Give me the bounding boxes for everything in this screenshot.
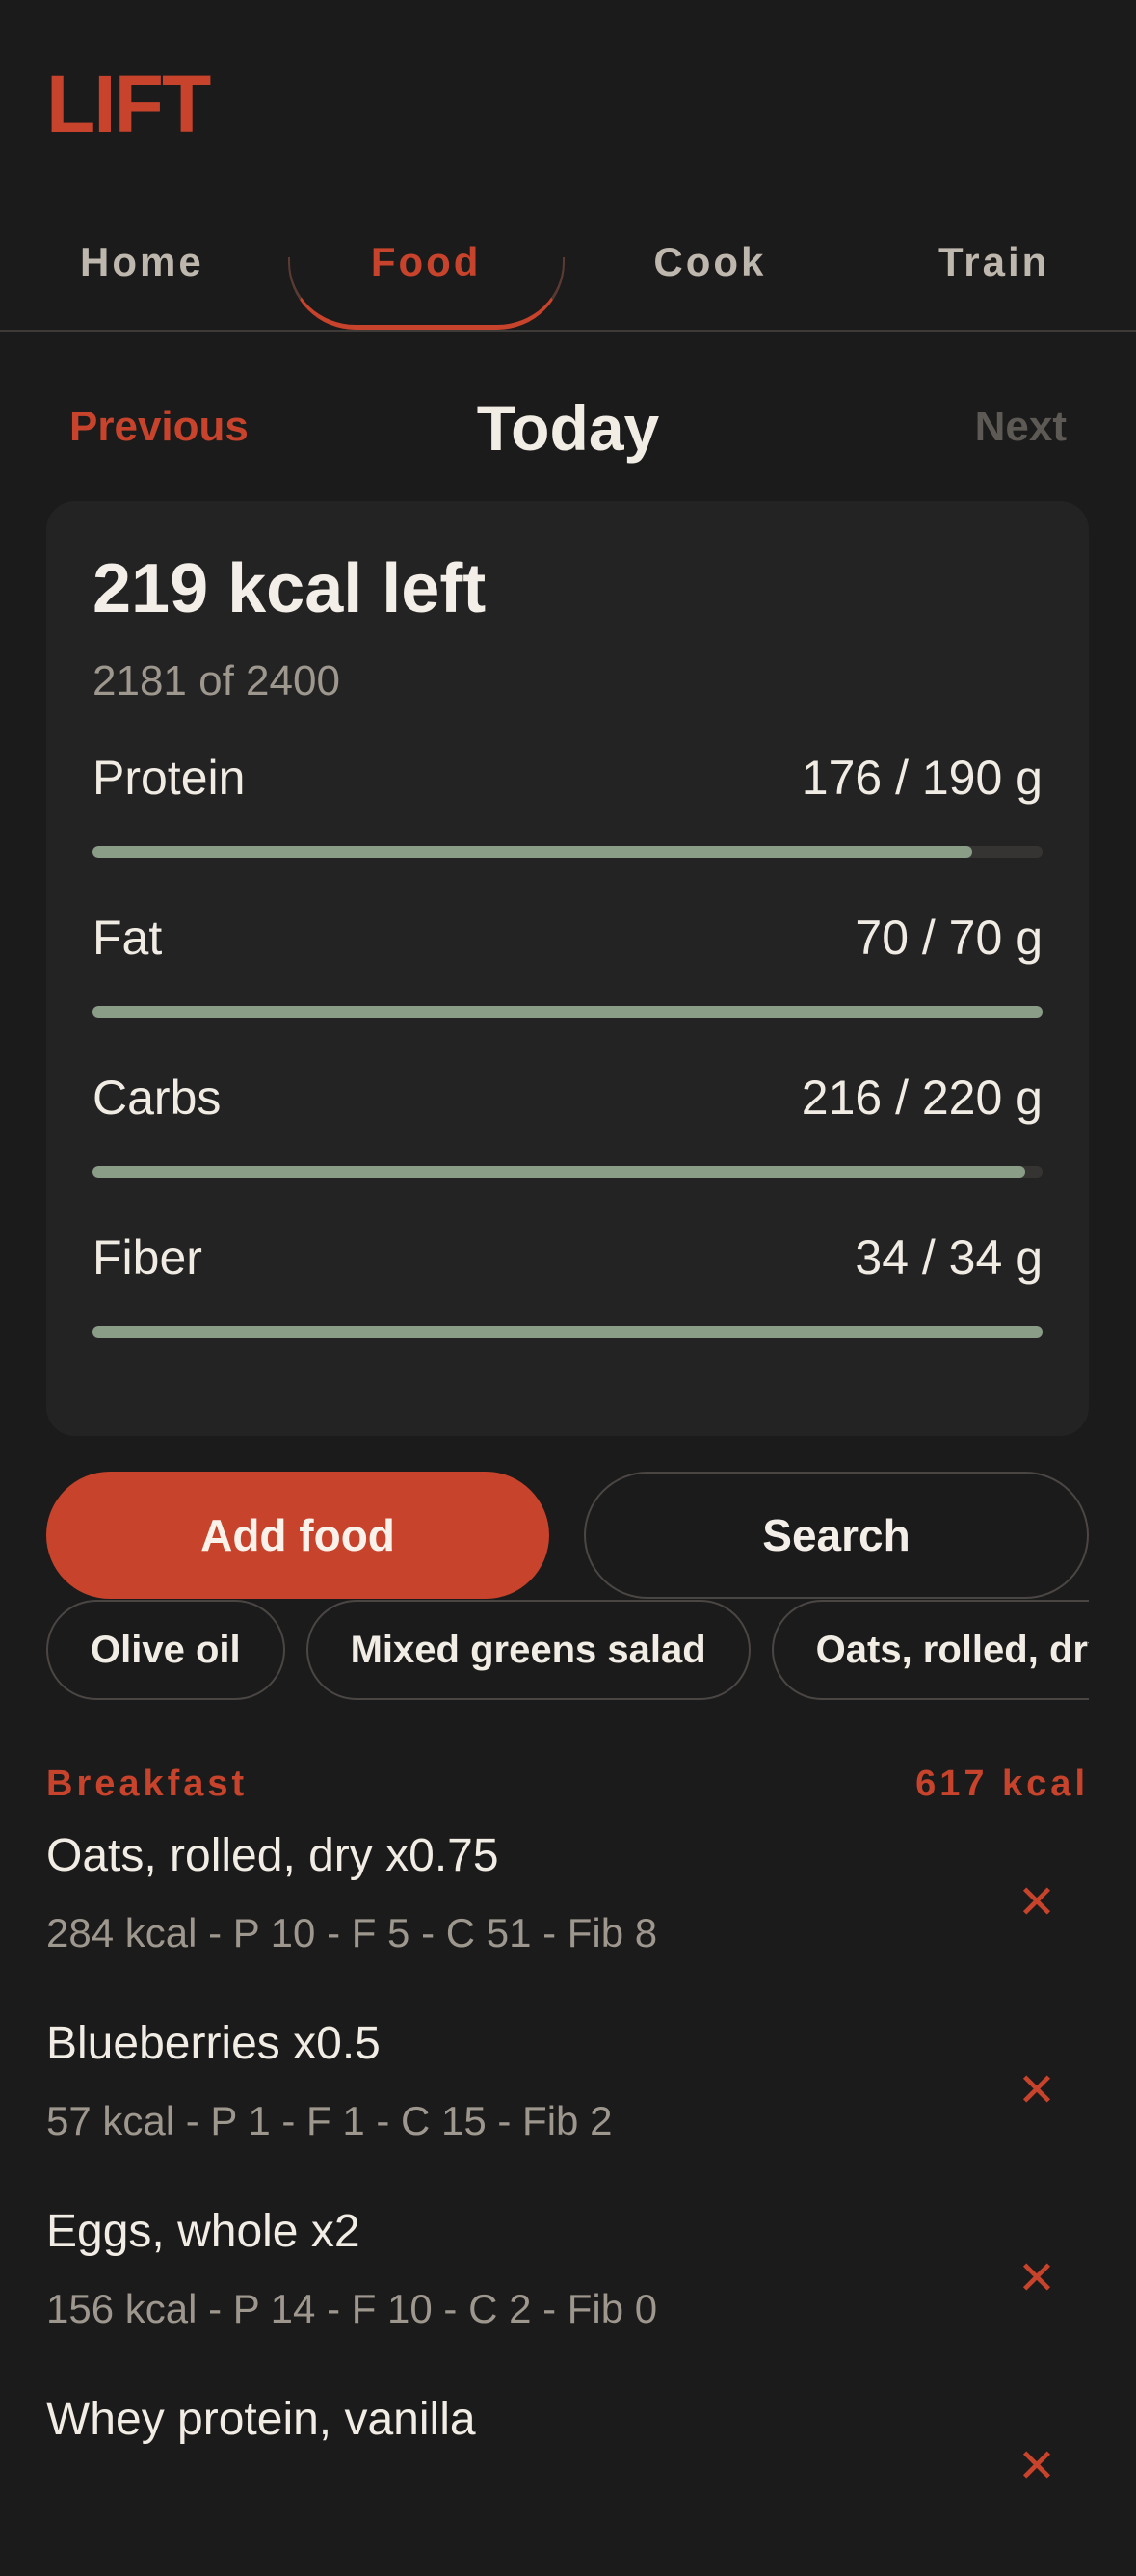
macro-name: Carbs: [92, 1071, 222, 1125]
add-food-button[interactable]: Add food: [46, 1472, 549, 1599]
macro-progress-bar: [92, 846, 1043, 858]
meal-total-kcal: 617 kcal: [915, 1764, 1089, 1804]
macro-fat: Fat 70 / 70 g: [92, 910, 1043, 1045]
food-entry[interactable]: Oats, rolled, dry x0.75 284 kcal - P 10 …: [46, 1829, 1089, 2012]
macro-value: 176 / 190 g: [801, 751, 1043, 805]
macro-name: Protein: [92, 751, 246, 805]
food-entry-name: Blueberries x0.5: [46, 2018, 381, 2069]
kcal-progress: 2181 of 2400: [92, 657, 340, 704]
food-entry-name: Eggs, whole x2: [46, 2206, 360, 2257]
remove-entry-icon[interactable]: ✕: [1008, 2249, 1066, 2307]
tab-home[interactable]: Home: [0, 202, 284, 330]
macro-value: 216 / 220 g: [801, 1071, 1043, 1125]
food-entry-name: Whey protein, vanilla: [46, 2394, 476, 2445]
food-entry[interactable]: Eggs, whole x2 156 kcal - P 14 - F 10 - …: [46, 2205, 1089, 2388]
next-day-button[interactable]: Next: [975, 403, 1067, 451]
macro-name: Fiber: [92, 1231, 202, 1285]
remove-entry-icon[interactable]: ✕: [1008, 1873, 1066, 1931]
tab-cook[interactable]: Cook: [568, 202, 853, 330]
kcal-remaining: 219 kcal left: [92, 550, 487, 627]
macro-progress-fill: [92, 1326, 1043, 1338]
macro-carbs: Carbs 216 / 220 g: [92, 1070, 1043, 1205]
main-tabs: Home Food Cook Train: [0, 202, 1136, 332]
food-entry-nutrition: 57 kcal - P 1 - F 1 - C 15 - Fib 2: [46, 2098, 613, 2143]
macro-progress-fill: [92, 846, 973, 858]
macro-value: 34 / 34 g: [855, 1231, 1043, 1285]
macro-fiber: Fiber 34 / 34 g: [92, 1230, 1043, 1365]
day-navigation: Previous Today Next: [0, 385, 1136, 472]
app-logo: LIFT: [46, 59, 211, 149]
quick-add-chips: Olive oil Mixed greens salad Oats, rolled,…: [46, 1600, 1089, 1700]
current-day-title: Today: [476, 392, 660, 464]
tab-train[interactable]: Train: [852, 202, 1136, 330]
remove-entry-icon[interactable]: ✕: [1008, 2437, 1066, 2495]
food-entry[interactable]: Whey protein, vanilla ✕: [46, 2393, 1089, 2576]
food-entry-nutrition: 284 kcal - P 10 - F 5 - C 51 - Fib 8: [46, 1910, 658, 1955]
daily-summary-card: 219 kcal left 2181 of 2400 Protein 176 /…: [46, 501, 1089, 1436]
meal-section-header: Breakfast 617 kcal: [46, 1764, 1089, 1812]
macro-progress-fill: [92, 1166, 1026, 1178]
remove-entry-icon[interactable]: ✕: [1008, 2061, 1066, 2119]
quick-chip-mixed-greens-salad[interactable]: Mixed greens salad: [305, 1600, 751, 1700]
search-food-button[interactable]: Search: [584, 1472, 1089, 1599]
macro-name: Fat: [92, 911, 163, 965]
macro-progress-fill: [92, 1006, 1043, 1018]
macro-protein: Protein 176 / 190 g: [92, 750, 1043, 885]
macro-progress-bar: [92, 1326, 1043, 1338]
macro-progress-bar: [92, 1006, 1043, 1018]
macro-value: 70 / 70 g: [855, 911, 1043, 965]
meal-title: Breakfast: [46, 1764, 249, 1804]
quick-chip-olive-oil[interactable]: Olive oil: [46, 1600, 285, 1700]
quick-chip-oats-rolled[interactable]: Oats, rolled, dry: [771, 1600, 1089, 1700]
tab-food[interactable]: Food: [284, 202, 568, 330]
macro-progress-bar: [92, 1166, 1043, 1178]
food-entry[interactable]: Blueberries x0.5 57 kcal - P 1 - F 1 - C…: [46, 2017, 1089, 2200]
food-entry-nutrition: 156 kcal - P 14 - F 10 - C 2 - Fib 0: [46, 2286, 658, 2331]
food-entry-name: Oats, rolled, dry x0.75: [46, 1830, 499, 1881]
